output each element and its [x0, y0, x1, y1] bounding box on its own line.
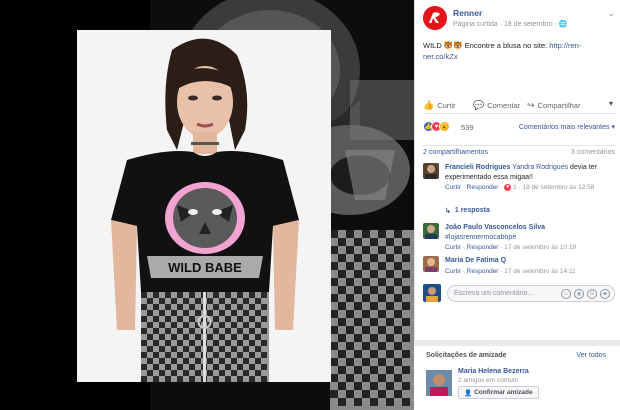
reactions-row: 👍 ♥ 😮 539 Comentários mais relevantes ▾	[423, 121, 615, 135]
post-meta: Página curtida · 18 de setembro · 🌐	[453, 21, 568, 28]
commenter-name[interactable]: Francieli Rodrigues	[445, 164, 510, 171]
comments-count[interactable]: 3 comentários	[571, 149, 615, 156]
friend-request-avatar[interactable]	[426, 370, 452, 396]
wow-reaction-icon: 😮	[439, 121, 450, 132]
friend-requests-heading: Solicitações de amizade	[426, 352, 507, 359]
thumbs-up-icon: 👍	[423, 100, 435, 110]
comment-time[interactable]: 18 de setembro às 12:58	[522, 184, 594, 191]
comment-actions: Curtir · Responder · 17 de setembro às 1…	[445, 244, 577, 251]
comment-reaction-count: 1	[513, 184, 517, 191]
comment-like-link[interactable]: Curtir	[445, 184, 461, 191]
commenter-avatar[interactable]	[423, 163, 439, 179]
share-button[interactable]: ↪ Compartilhar	[527, 100, 580, 111]
reaction-count[interactable]: 539	[461, 123, 474, 132]
chevron-down-icon[interactable]: ⌄	[607, 8, 615, 19]
commenter-name[interactable]: João Paulo Vasconcelos Silva	[445, 224, 545, 231]
post-caption: WILD 🐯🐯 Encontre a blusa no site:	[423, 41, 548, 50]
comment-tag[interactable]: Yandra Rodrigues	[512, 164, 568, 171]
page-logo[interactable]	[423, 6, 447, 30]
comment-body: Francieli Rodrigues Yandra Rodrigues dev…	[445, 163, 615, 193]
speech-bubble-icon: 💬	[473, 100, 485, 110]
comment-time[interactable]: 17 de setembro às 14:11	[504, 268, 575, 275]
comment-input-tools: ☺ ◉ G ☻	[561, 289, 610, 299]
post-text: WILD 🐯🐯 Encontre a blusa no site: http:/…	[423, 40, 613, 62]
comment-actions: Curtir · Responder · ♥ 1 · 18 de setembr…	[445, 183, 595, 191]
comment-hashtag[interactable]: #lojasrennermocabope	[445, 234, 516, 241]
confirm-friend-label: Confirmar amizade	[474, 389, 533, 396]
comment-reply-link[interactable]: Responder	[467, 268, 499, 275]
confirm-friend-button[interactable]: 👤 Confirmar amizade	[458, 386, 539, 399]
comment-button[interactable]: 💬 Comentar	[473, 100, 520, 111]
photo-viewer: WILD BABE	[0, 0, 414, 410]
share-label: Compartilhar	[537, 101, 581, 110]
commenter-avatar[interactable]	[423, 223, 439, 239]
gif-icon[interactable]: G	[587, 289, 597, 299]
like-button[interactable]: 👍 Curtir	[423, 100, 456, 111]
shirt-print-text: WILD BABE	[168, 260, 242, 275]
view-replies-link[interactable]: ↳ 1 resposta	[445, 207, 490, 215]
comment-reply-link[interactable]: Responder	[467, 184, 499, 191]
commenter-name[interactable]: Maria De Fatima Q	[445, 257, 506, 264]
current-user-avatar[interactable]	[423, 284, 441, 302]
like-label: Curtir	[437, 101, 456, 110]
comment-input-placeholder: Escreva um comentário...	[454, 290, 534, 297]
sticker-icon[interactable]: ☻	[600, 289, 610, 299]
see-all-link[interactable]: Ver todos	[576, 352, 606, 359]
reply-arrow-icon: ↳	[445, 208, 451, 215]
comment-body: João Paulo Vasconcelos Silva #lojasrenne…	[445, 223, 615, 253]
friend-requests-panel: Solicitações de amizade Ver todos Maria …	[414, 340, 620, 410]
shares-link[interactable]: 2 compartilhamentos	[423, 149, 488, 156]
comment-input[interactable]: Escreva um comentário... ☺ ◉ G ☻	[447, 285, 615, 302]
write-comment-row: Escreva um comentário... ☺ ◉ G ☻	[423, 284, 615, 304]
comment-reply-link[interactable]: Responder	[467, 244, 499, 251]
share-arrow-icon: ↪	[527, 100, 535, 110]
emoji-icon[interactable]: ☺	[561, 289, 571, 299]
audience-selector-icon[interactable]: ▾	[609, 99, 613, 108]
page-liked-label: Página curtida	[453, 21, 498, 28]
comment-actions: Curtir · Responder · 17 de setembro às 1…	[445, 267, 576, 275]
add-friend-icon: 👤	[464, 389, 473, 397]
replies-count: 1 resposta	[454, 207, 490, 214]
heart-icon: ♥	[504, 183, 512, 191]
reaction-icons[interactable]: 👍 ♥ 😮	[423, 121, 450, 132]
comment-label: Comentar	[487, 101, 521, 110]
comment-time[interactable]: 17 de setembro às 10:19	[504, 244, 576, 251]
comment-body: Maria De Fatima Q Curtir · Responder · 1…	[445, 256, 615, 276]
comment-like-link[interactable]: Curtir	[445, 268, 461, 275]
comment-like-link[interactable]: Curtir	[445, 244, 461, 251]
comment-sort-label: Comentários mais relevantes	[518, 124, 610, 131]
camera-icon[interactable]: ◉	[574, 289, 584, 299]
post-date[interactable]: 18 de setembro	[504, 21, 553, 28]
page-name[interactable]: Renner	[453, 8, 482, 18]
post-photo[interactable]: WILD BABE	[77, 30, 331, 382]
post-header: Renner Página curtida · 18 de setembro ·…	[423, 6, 615, 30]
comment-sort-dropdown[interactable]: Comentários mais relevantes ▾	[519, 123, 615, 131]
globe-icon: 🌐	[558, 21, 568, 28]
friend-request-name[interactable]: Maria Helena Bezerra	[458, 368, 529, 375]
post-action-bar: 👍 Curtir 💬 Comentar ↪ Compartilhar ▾	[423, 98, 615, 114]
commenter-avatar[interactable]	[423, 256, 439, 272]
stats-row: 2 compartilhamentos 3 comentários	[423, 145, 615, 157]
mutual-friends[interactable]: 2 amigos em comum	[458, 377, 518, 384]
